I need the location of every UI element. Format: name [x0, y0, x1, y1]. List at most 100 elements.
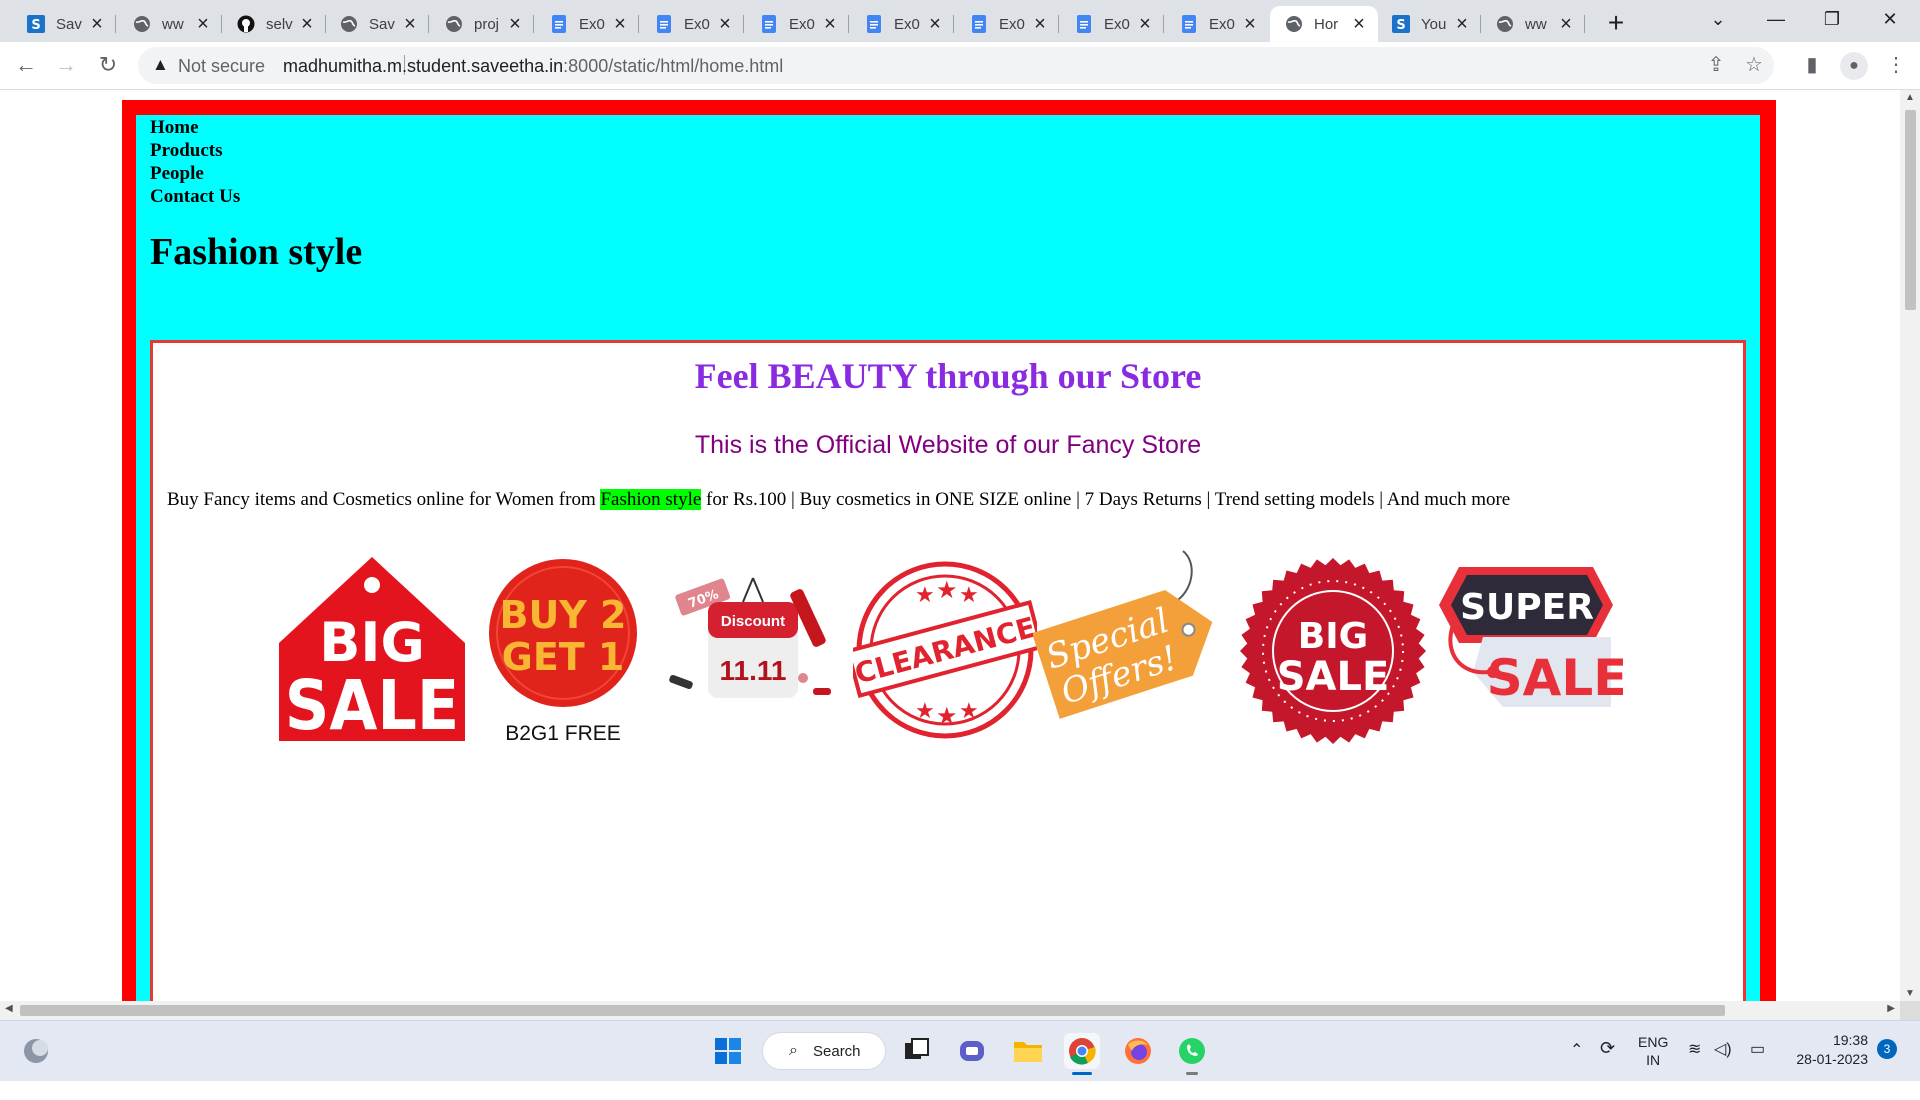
close-tab-icon[interactable]: ×: [1350, 14, 1368, 34]
nav-contact-us[interactable]: Contact Us: [150, 185, 240, 208]
bookmark-star-icon[interactable]: ☆: [1742, 54, 1766, 78]
close-tab-icon[interactable]: ×: [88, 14, 106, 34]
show-hidden-icons-icon[interactable]: ⌃: [1570, 1040, 1583, 1100]
close-tab-icon[interactable]: ×: [1136, 14, 1154, 34]
share-icon[interactable]: ⇪: [1704, 54, 1728, 78]
nav-home[interactable]: Home: [150, 116, 240, 139]
new-tab-button[interactable]: +: [1598, 6, 1634, 42]
security-label[interactable]: Not secure: [178, 56, 265, 77]
side-panel-icon[interactable]: ▮: [1800, 54, 1824, 78]
close-tab-icon[interactable]: ×: [716, 14, 734, 34]
url-path: :8000/static/html/home.html: [563, 56, 784, 76]
close-tab-icon[interactable]: ×: [194, 14, 212, 34]
nav-people[interactable]: People: [150, 162, 240, 185]
forward-icon[interactable]: →: [50, 50, 82, 82]
tab-title: Sav: [369, 15, 395, 33]
firefox-icon[interactable]: [1120, 1033, 1156, 1069]
scroll-right-arrow-icon[interactable]: ▶: [1887, 1003, 1895, 1014]
notification-badge[interactable]: 3: [1877, 1039, 1897, 1059]
close-tab-icon[interactable]: ×: [1557, 14, 1575, 34]
big-sale-seal-line1: BIG: [1298, 616, 1368, 657]
clock-date: 28-01-2023: [1796, 1051, 1868, 1067]
task-view-icon[interactable]: [898, 1033, 934, 1069]
back-icon[interactable]: ←: [10, 50, 42, 82]
browser-tab-2[interactable]: ww ×: [118, 6, 222, 42]
browser-tab-5[interactable]: proj ×: [430, 6, 534, 42]
browser-tab-10[interactable]: Ex0 ×: [955, 6, 1059, 42]
content-panel: Feel BEAUTY through our Store This is th…: [150, 340, 1746, 1001]
menu-kebab-icon[interactable]: ⋮: [1884, 54, 1908, 78]
warning-icon[interactable]: ▲: [152, 55, 169, 75]
close-tab-icon[interactable]: ×: [1241, 14, 1259, 34]
description-end: for Rs.100 | Buy cosmetics in ONE SIZE o…: [701, 489, 1511, 510]
close-tab-icon[interactable]: ×: [611, 14, 629, 34]
site-title: Fashion style: [150, 231, 363, 273]
svg-text:★: ★: [936, 703, 958, 730]
tab-title: Ex0: [579, 15, 605, 33]
close-tab-icon[interactable]: ×: [926, 14, 944, 34]
subheadline: This is the Official Website of our Fanc…: [694, 431, 1202, 459]
vertical-scroll-thumb[interactable]: [1905, 110, 1916, 310]
saveetha-s-icon: S: [1391, 14, 1411, 34]
tab-title: ww: [1525, 15, 1547, 33]
chrome-icon[interactable]: [1064, 1033, 1100, 1075]
profile-avatar-icon[interactable]: ●: [1840, 52, 1868, 80]
browser-tab-3[interactable]: selv ×: [222, 6, 326, 42]
scroll-up-arrow-icon[interactable]: ▲: [1900, 92, 1920, 103]
browser-tab-6[interactable]: Ex0 ×: [535, 6, 639, 42]
browser-tab-1[interactable]: S Sav ×: [12, 6, 116, 42]
volume-icon[interactable]: ◁): [1714, 1039, 1732, 1099]
teams-chat-icon[interactable]: [954, 1033, 990, 1069]
globe-icon: [1495, 14, 1515, 34]
browser-tab-4[interactable]: Sav ×: [325, 6, 429, 42]
vertical-scrollbar[interactable]: ▲ ▼: [1900, 90, 1920, 1001]
buy2get1-line2: GET 1: [502, 635, 625, 679]
browser-tab-8[interactable]: Ex0 ×: [745, 6, 849, 42]
search-icon: ⌕: [789, 1042, 798, 1059]
horizontal-scrollbar[interactable]: ◀ ▶: [0, 1001, 1900, 1020]
close-window-button[interactable]: ✕: [1862, 0, 1918, 40]
reload-icon[interactable]: ↻: [92, 50, 124, 82]
browser-tab-11[interactable]: Ex0 ×: [1060, 6, 1164, 42]
address-url[interactable]: madhumitha.m.student.saveetha.in:8000/st…: [283, 56, 783, 77]
battery-icon[interactable]: ▭: [1750, 1039, 1765, 1099]
scroll-down-arrow-icon[interactable]: ▼: [1900, 988, 1920, 999]
big-sale-seal-image: BIG SALE: [1240, 558, 1426, 744]
address-bar[interactable]: ▲ Not secure madhumitha.m.student.saveet…: [138, 47, 1774, 84]
browser-tab-14[interactable]: S You ×: [1377, 6, 1481, 42]
browser-tab-13[interactable]: Hor ×: [1270, 6, 1378, 42]
nav-products[interactable]: Products: [150, 139, 240, 162]
start-windows-icon[interactable]: [710, 1033, 746, 1069]
tab-title: Ex0: [999, 15, 1025, 33]
widgets-icon[interactable]: [18, 1033, 54, 1069]
taskbar-search-box[interactable]: ⌕ Search: [762, 1032, 886, 1070]
svg-text:★: ★: [936, 577, 958, 604]
discount-date: 11.11: [720, 655, 787, 686]
svg-text:★: ★: [959, 582, 979, 607]
language-code: ENG: [1638, 1034, 1669, 1050]
browser-tab-7[interactable]: Ex0 ×: [640, 6, 744, 42]
close-tab-icon[interactable]: ×: [506, 14, 524, 34]
scroll-left-arrow-icon[interactable]: ◀: [5, 1003, 13, 1014]
clock[interactable]: 19:38 28-01-2023: [1788, 1031, 1868, 1091]
browser-tab-12[interactable]: Ex0 ×: [1165, 6, 1269, 42]
browser-tab-9[interactable]: Ex0 ×: [850, 6, 954, 42]
close-tab-icon[interactable]: ×: [821, 14, 839, 34]
restore-button[interactable]: ❐: [1804, 0, 1860, 40]
super-sale-line2: SALE: [1487, 649, 1623, 707]
close-tab-icon[interactable]: ×: [1453, 14, 1471, 34]
close-tab-icon[interactable]: ×: [1031, 14, 1049, 34]
close-tab-icon[interactable]: ×: [401, 14, 419, 34]
browser-tab-15[interactable]: ww ×: [1481, 6, 1585, 42]
language-indicator[interactable]: ENG IN: [1638, 1033, 1668, 1093]
whatsapp-icon[interactable]: [1174, 1033, 1210, 1075]
horizontal-scroll-thumb[interactable]: [20, 1005, 1725, 1016]
close-tab-icon[interactable]: ×: [298, 14, 316, 34]
minimize-button[interactable]: —: [1748, 0, 1804, 40]
file-explorer-icon[interactable]: [1010, 1033, 1046, 1069]
page-outer-frame: Home Products People Contact Us Fashion …: [122, 100, 1776, 1001]
wifi-icon[interactable]: ≋: [1688, 1039, 1701, 1099]
sync-status-icon[interactable]: ⟳: [1600, 1038, 1615, 1098]
tab-search-icon[interactable]: ⌄: [1690, 0, 1746, 40]
big-sale-tag-image: BIG SALE: [279, 557, 465, 743]
